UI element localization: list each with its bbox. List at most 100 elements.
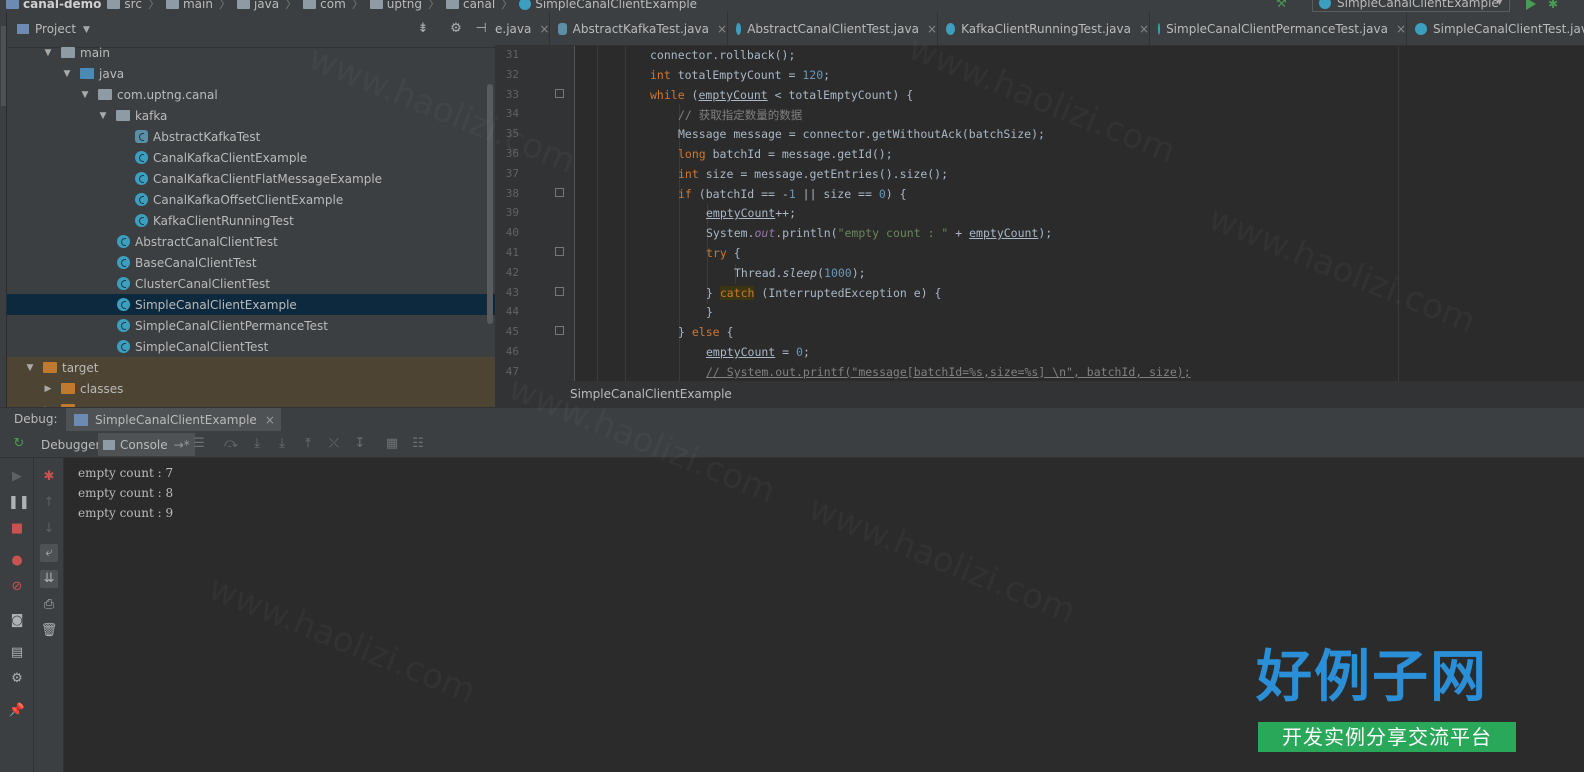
breadcrumb-com[interactable]: com 〉 <box>297 0 364 12</box>
editor-tab[interactable]: AbstractCanalClientTest.java × <box>728 12 938 45</box>
show-execution-point-icon[interactable]: ☰ <box>190 435 208 453</box>
mute-breakpoints-icon[interactable]: ⊘ <box>8 578 26 596</box>
fold-marker-icon[interactable] <box>555 247 564 256</box>
rerun-icon[interactable]: ↻ <box>10 435 28 453</box>
run-configuration-select[interactable]: SimpleCanalClientExample ▼ <box>1312 0 1510 12</box>
tree-item-class-selected[interactable]: SimpleCanalClientExample <box>7 294 495 315</box>
collapse-all-icon[interactable]: ⇟ <box>415 21 431 37</box>
breadcrumb-src[interactable]: src 〉 <box>101 0 160 12</box>
tree-item-java[interactable]: ▼ java <box>7 63 495 84</box>
trash-icon[interactable]: 🗑 <box>40 622 58 640</box>
run-to-cursor-icon[interactable]: ↧ <box>351 435 369 453</box>
tree-item-class[interactable]: SimpleCanalClientTest <box>7 336 495 357</box>
editor-tab[interactable]: e.java × <box>495 12 550 45</box>
tree-item-package-kafka[interactable]: ▼ kafka <box>7 105 495 126</box>
tree-item-partial[interactable]: ▶ <box>7 399 495 407</box>
expanded-arrow-icon[interactable]: ▼ <box>80 90 90 100</box>
layout-icon[interactable]: ▤ <box>8 644 26 662</box>
expanded-arrow-icon[interactable]: ▼ <box>98 111 108 121</box>
close-icon[interactable]: × <box>265 413 275 427</box>
camera-icon[interactable]: ◙ <box>8 612 26 630</box>
console-sidebar: ✱ ↑ ↓ ⤶ ⇊ ⎙ 🗑 <box>34 458 64 772</box>
gear-icon[interactable]: ⚙ <box>448 21 464 37</box>
tree-item-classes[interactable]: ▶ classes <box>7 378 495 399</box>
up-arrow-icon[interactable]: ↑ <box>40 494 58 512</box>
drop-frame-icon[interactable]: ⤬ <box>325 435 343 453</box>
editor-tab[interactable]: SimpleCanalClientPermanceTest.java × <box>1150 12 1407 45</box>
stop-icon[interactable]: ■ <box>8 520 26 538</box>
tree-item-target[interactable]: ▼ target <box>7 357 495 378</box>
soft-wrap-icon[interactable]: ⤶ <box>40 544 58 562</box>
fold-marker-icon[interactable] <box>555 326 564 335</box>
debug-session-tab[interactable]: SimpleCanalClientExample × <box>66 408 281 432</box>
code-line: } else { <box>678 325 734 339</box>
tab-console[interactable]: Console →* <box>98 433 195 456</box>
project-panel-title[interactable]: Project <box>35 22 76 36</box>
debug-label: Debug: <box>14 412 58 426</box>
pin-icon[interactable]: 📌 <box>8 702 26 720</box>
left-tool-strip <box>0 12 7 407</box>
close-icon[interactable]: × <box>1139 22 1149 36</box>
resume-icon[interactable]: ▶ <box>8 468 26 486</box>
tree-item-class[interactable]: AbstractKafkaTest <box>7 126 495 147</box>
step-over-icon[interactable]: ⤼ <box>222 435 240 453</box>
close-icon[interactable]: × <box>1396 22 1406 36</box>
line-number: 36 <box>505 147 519 160</box>
debug-bug-icon[interactable]: ✱ <box>1548 0 1562 11</box>
expanded-arrow-icon[interactable]: ▼ <box>25 363 35 373</box>
tree-item-class[interactable]: AbstractCanalClientTest <box>7 231 495 252</box>
scroll-to-end-icon[interactable]: ⇊ <box>40 570 58 588</box>
pause-icon[interactable]: ❚❚ <box>8 494 30 512</box>
fold-marker-icon[interactable] <box>555 287 564 296</box>
gear-icon[interactable]: ⚙ <box>8 670 26 688</box>
editor-tab[interactable]: AbstractKafkaTest.java × <box>550 12 728 45</box>
tree-item-main[interactable]: ▼ main <box>7 42 495 63</box>
tree-item-class[interactable]: SimpleCanalClientPermanceTest <box>7 315 495 336</box>
fold-marker-icon[interactable] <box>555 89 564 98</box>
class-icon <box>117 319 130 332</box>
code-area[interactable]: connector.rollback(); int totalEmptyCoun… <box>575 46 1575 381</box>
hide-panel-icon[interactable]: ⊣ <box>473 21 489 37</box>
chevron-down-icon[interactable]: ▼ <box>83 25 90 35</box>
expanded-arrow-icon[interactable]: ▼ <box>62 69 72 79</box>
step-out-icon[interactable]: ⤒ <box>299 435 317 453</box>
force-step-into-icon[interactable]: ⤓ <box>273 435 291 453</box>
project-tool-tab[interactable] <box>1 26 6 106</box>
breadcrumb-project[interactable]: canal-demo <box>0 0 101 11</box>
code-editor[interactable]: 31 32 33 34 35 36 37 38 39 40 41 42 43 4… <box>495 46 1584 381</box>
editor-tab[interactable]: SimpleCanalClientTest.java <box>1407 12 1584 45</box>
down-arrow-icon[interactable]: ↓ <box>40 520 58 538</box>
tree-item-class[interactable]: CanalKafkaClientFlatMessageExample <box>7 168 495 189</box>
build-hammer-icon[interactable]: ⚒ <box>1276 0 1290 10</box>
breadcrumb-main[interactable]: main 〉 <box>160 0 231 12</box>
view-breakpoints-icon[interactable]: ● <box>8 552 26 570</box>
editor-tab[interactable]: KafkaClientRunningTest.java × <box>938 12 1150 45</box>
print-icon[interactable]: ⎙ <box>40 596 58 614</box>
editor-tab-bar: e.java × AbstractKafkaTest.java × Abstract… <box>495 12 1584 46</box>
tree-item-package-canal[interactable]: ▼ com.uptng.canal <box>7 84 495 105</box>
run-icon[interactable] <box>1526 0 1536 10</box>
abstract-class-icon <box>558 23 567 35</box>
debug-bug-icon[interactable]: ✱ <box>40 468 58 486</box>
trace-stream-icon[interactable]: ☷ <box>409 435 427 453</box>
close-icon[interactable]: × <box>539 22 549 36</box>
close-icon[interactable]: × <box>927 22 937 36</box>
step-into-icon[interactable]: ⤓ <box>248 435 266 453</box>
tab-debugger[interactable]: Debugger <box>36 433 105 456</box>
close-icon[interactable]: × <box>717 22 727 36</box>
expanded-arrow-icon[interactable]: ▼ <box>43 48 53 58</box>
tree-item-class[interactable]: KafkaClientRunningTest <box>7 210 495 231</box>
tree-item-class[interactable]: CanalKafkaOffsetClientExample <box>7 189 495 210</box>
collapsed-arrow-icon[interactable]: ▶ <box>43 384 53 394</box>
breadcrumb-class[interactable]: SimpleCanalClientExample <box>513 0 697 11</box>
project-scrollbar[interactable] <box>487 84 493 324</box>
tree-item-class[interactable]: BaseCanalClientTest <box>7 252 495 273</box>
tree-item-class[interactable]: ClusterCanalClientTest <box>7 273 495 294</box>
breadcrumb-uptng[interactable]: uptng 〉 <box>364 0 440 12</box>
breadcrumb-canal[interactable]: canal 〉 <box>440 0 513 12</box>
editor-breadcrumb-class[interactable]: SimpleCanalClientExample <box>570 387 732 401</box>
evaluate-expression-icon[interactable]: ▦ <box>383 435 401 453</box>
breadcrumb-java[interactable]: java 〉 <box>231 0 297 12</box>
tree-item-class[interactable]: CanalKafkaClientExample <box>7 147 495 168</box>
fold-marker-icon[interactable] <box>555 188 564 197</box>
